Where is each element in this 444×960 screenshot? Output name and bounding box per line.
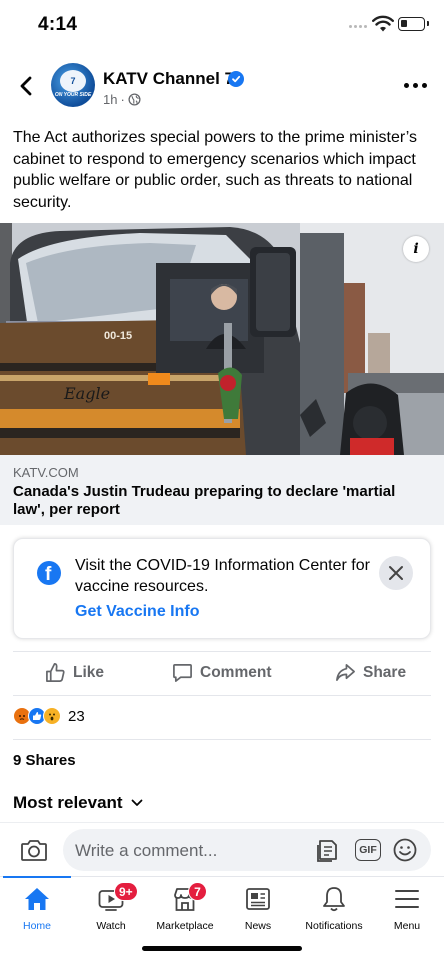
reactions-summary[interactable]: 23 — [13, 707, 85, 725]
covid-info-text: Visit the COVID-19 Information Center fo… — [75, 557, 370, 595]
back-button[interactable] — [14, 72, 38, 100]
tab-label: Menu — [393, 920, 421, 932]
gif-icon[interactable]: GIF — [355, 839, 381, 861]
watch-badge: 9+ — [114, 882, 138, 901]
post-meta: 1h · — [103, 92, 141, 107]
home-icon — [25, 888, 49, 910]
divider — [13, 651, 431, 652]
emoji-icon[interactable] — [392, 837, 418, 863]
post-image[interactable]: 00-15 Eagle — [0, 223, 444, 455]
tab-marketplace[interactable]: 7 Marketplace — [145, 882, 225, 945]
divider — [13, 739, 431, 740]
close-card-button[interactable] — [379, 556, 413, 590]
page-name[interactable]: KATV Channel 7 — [103, 69, 234, 89]
comment-composer: Write a comment... GIF — [0, 822, 444, 876]
get-vaccine-info-link[interactable]: Get Vaccine Info — [75, 603, 199, 621]
comment-input[interactable]: Write a comment... GIF — [63, 829, 431, 871]
marketplace-badge: 7 — [188, 882, 207, 901]
post-text: The Act authorizes special powers to the… — [13, 129, 418, 211]
sort-comments-dropdown[interactable]: Most relevant — [13, 793, 143, 813]
status-time: 4:14 — [38, 14, 78, 35]
truck-brand: Eagle — [63, 384, 110, 403]
status-bar: 4:14 — [0, 0, 444, 48]
tab-watch[interactable]: 9+ Watch — [71, 882, 151, 945]
link-title: Canada's Justin Trudeau preparing to dec… — [13, 483, 396, 518]
signal-icon — [349, 25, 367, 28]
channel-logo: 7 — [60, 70, 86, 92]
close-icon — [389, 566, 403, 580]
tab-label: News — [244, 920, 272, 932]
meta-separator: · — [120, 92, 125, 107]
globe-icon — [128, 93, 141, 106]
tab-news[interactable]: News — [218, 885, 298, 945]
wifi-icon — [372, 15, 394, 32]
covid-info-card: f Visit the COVID-19 Information Center … — [13, 538, 431, 639]
tab-label: Notifications — [305, 920, 363, 932]
avatar-tagline: ON YOUR SIDE — [54, 92, 92, 98]
link-preview[interactable]: KATV.COM Canada's Justin Trudeau prepari… — [0, 455, 444, 525]
facebook-icon: f — [37, 561, 61, 585]
menu-icon — [395, 890, 419, 908]
sort-label: Most relevant — [13, 793, 123, 812]
reaction-count: 23 — [68, 707, 85, 725]
battery-icon — [398, 17, 429, 31]
verified-icon — [228, 71, 244, 87]
sticker-icon[interactable] — [315, 837, 341, 863]
info-icon[interactable]: i — [403, 236, 429, 262]
comment-placeholder: Write a comment... — [75, 841, 218, 860]
active-tab-indicator — [3, 876, 71, 878]
more-options-button[interactable] — [404, 77, 434, 93]
divider — [13, 695, 431, 696]
post-timestamp[interactable]: 1h — [103, 92, 117, 107]
share-button[interactable]: Share — [335, 662, 406, 683]
page-avatar[interactable]: 7 ON YOUR SIDE — [51, 63, 95, 107]
tab-label: Home — [22, 920, 51, 932]
tab-label: Marketplace — [156, 920, 214, 932]
like-button[interactable]: Like — [45, 662, 104, 683]
tab-menu[interactable]: Menu — [367, 885, 444, 945]
tab-notifications[interactable]: Notifications — [294, 885, 374, 945]
camera-icon[interactable] — [20, 837, 48, 863]
tab-home[interactable]: Home — [0, 885, 77, 945]
chevron-left-icon — [20, 76, 32, 96]
chevron-down-icon — [131, 799, 142, 806]
news-icon — [246, 888, 270, 910]
truck-photo: 00-15 Eagle — [0, 223, 444, 455]
bell-icon — [323, 887, 345, 912]
share-label: Share — [363, 663, 407, 681]
comment-icon — [173, 664, 192, 682]
comment-label: Comment — [200, 663, 272, 681]
tab-label: Watch — [96, 920, 126, 932]
comment-button[interactable]: Comment — [172, 662, 271, 683]
home-indicator[interactable] — [142, 946, 302, 951]
thumbs-up-icon — [46, 663, 65, 682]
share-icon — [336, 664, 355, 681]
wow-icon — [43, 707, 61, 725]
link-domain: KATV.COM — [13, 465, 79, 480]
like-label: Like — [73, 663, 105, 681]
truck-number: 00-15 — [104, 330, 132, 342]
shares-count[interactable]: 9 Shares — [13, 752, 76, 769]
